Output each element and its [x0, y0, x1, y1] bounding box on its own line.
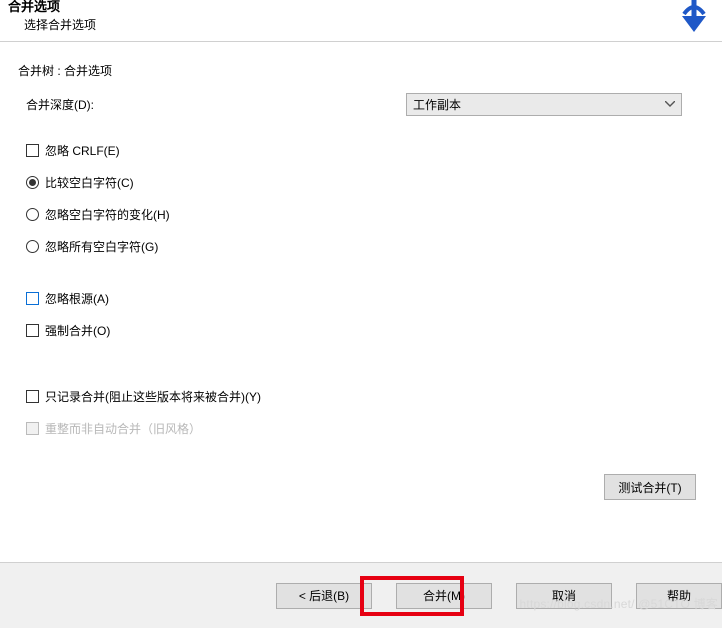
compare-whitespace-label: 比较空白字符(C) — [45, 174, 134, 191]
reintegrate-checkbox — [26, 422, 39, 435]
ignore-ancestry-label: 忽略根源(A) — [45, 290, 109, 307]
group-title: 合并树 : 合并选项 — [18, 62, 704, 79]
ignore-whitespace-changes-label: 忽略空白字符的变化(H) — [45, 206, 170, 223]
ignore-ancestry-checkbox[interactable] — [26, 292, 39, 305]
ignore-whitespace-changes-radio[interactable] — [26, 208, 39, 221]
merge-depth-combo[interactable]: 工作副本 — [406, 93, 682, 116]
ignore-crlf-label: 忽略 CRLF(E) — [45, 142, 120, 159]
chevron-down-icon — [665, 98, 675, 110]
record-only-label: 只记录合并(阻止这些版本将来被合并)(Y) — [45, 388, 261, 405]
reintegrate-label: 重整而非自动合并（旧风格） — [45, 420, 201, 437]
merge-depth-value: 工作副本 — [413, 96, 461, 113]
cancel-button[interactable]: 取消 — [516, 583, 612, 609]
ignore-all-whitespace-radio[interactable] — [26, 240, 39, 253]
content-area: 合并树 : 合并选项 合并深度(D): 工作副本 忽略 CRLF(E) 比较空白… — [0, 42, 722, 500]
merge-button[interactable]: 合并(M) — [396, 583, 492, 609]
back-button[interactable]: < 后退(B) — [276, 583, 372, 609]
force-merge-label: 强制合并(O) — [45, 322, 110, 339]
help-button[interactable]: 帮助 — [636, 583, 722, 609]
compare-whitespace-radio[interactable] — [26, 176, 39, 189]
wizard-header: 合并选项 选择合并选项 — [0, 0, 722, 42]
wizard-subtitle: 选择合并选项 — [8, 14, 714, 33]
branch-anchor-icon — [676, 0, 712, 34]
test-merge-button[interactable]: 测试合并(T) — [604, 474, 696, 500]
ignore-crlf-checkbox[interactable] — [26, 144, 39, 157]
merge-depth-label: 合并深度(D): — [26, 96, 406, 113]
force-merge-checkbox[interactable] — [26, 324, 39, 337]
ignore-all-whitespace-label: 忽略所有空白字符(G) — [45, 238, 158, 255]
record-only-checkbox[interactable] — [26, 390, 39, 403]
wizard-footer: < 后退(B) 合并(M) 取消 帮助 — [0, 562, 722, 628]
wizard-title: 合并选项 — [8, 0, 714, 14]
